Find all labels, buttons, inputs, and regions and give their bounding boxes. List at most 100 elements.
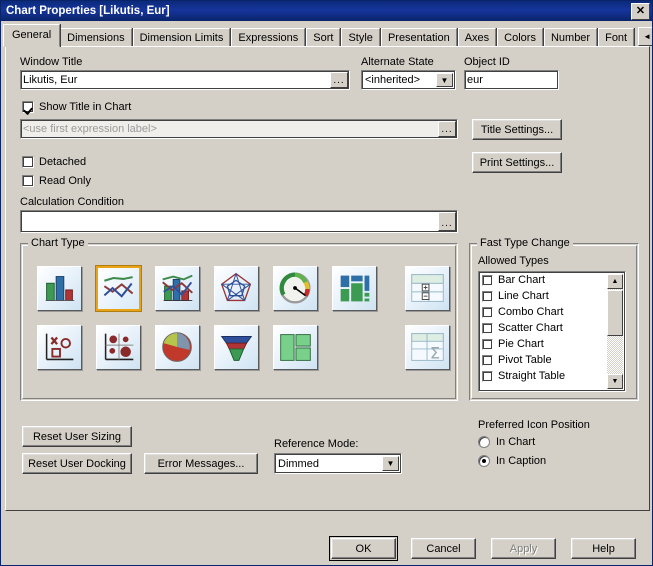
tab-scroll-arrows: ◄ ► xyxy=(638,27,652,46)
list-item[interactable]: Bar Chart xyxy=(479,272,625,288)
icon-position-in-caption-radio[interactable]: In Caption xyxy=(478,455,546,467)
reference-mode-label: Reference Mode: xyxy=(274,438,359,450)
help-button[interactable]: Help xyxy=(571,538,636,559)
tab-sort[interactable]: Sort xyxy=(306,28,341,48)
fast-type-change-group-label: Fast Type Change xyxy=(477,237,573,249)
checkbox-icon-checked xyxy=(22,101,34,113)
list-item[interactable]: Pie Chart xyxy=(479,336,625,352)
show-title-in-chart-checkbox[interactable]: Show Title in Chart xyxy=(22,101,131,113)
title-bar: Chart Properties [Likutis, Eur] ✕ xyxy=(1,1,652,21)
tab-number[interactable]: Number xyxy=(543,28,598,48)
tab-style[interactable]: Style xyxy=(341,28,380,48)
checkbox-icon[interactable] xyxy=(482,274,493,286)
svg-text:Σ: Σ xyxy=(430,343,440,362)
cancel-button[interactable]: Cancel xyxy=(411,538,476,559)
chart-type-radar-chart[interactable] xyxy=(214,266,259,311)
calculation-condition-label: Calculation Condition xyxy=(20,196,124,208)
chart-type-combo-chart[interactable] xyxy=(155,266,200,311)
calculation-condition-browse-button[interactable]: ... xyxy=(438,212,456,231)
chart-type-group: Chart Type Σ xyxy=(20,237,458,401)
alternate-state-select[interactable]: <inherited> ▼ xyxy=(361,70,456,90)
allowed-types-scrollbar[interactable]: ▲ ▼ xyxy=(607,274,623,389)
chart-type-pie-chart[interactable] xyxy=(155,325,200,370)
list-item[interactable]: Line Chart xyxy=(479,288,625,304)
chart-properties-dialog: Chart Properties [Likutis, Eur] ✕ Genera… xyxy=(0,0,653,566)
detached-checkbox[interactable]: Detached xyxy=(22,156,86,168)
read-only-label: Read Only xyxy=(39,175,91,187)
chart-type-line-chart[interactable] xyxy=(96,266,141,311)
tab-general[interactable]: General xyxy=(3,24,61,47)
allowed-types-listbox[interactable]: Bar Chart Line Chart Combo Chart Scatter… xyxy=(478,271,626,392)
chart-type-straight-table[interactable]: Σ xyxy=(405,325,450,370)
reference-mode-select[interactable]: Dimmed ▼ xyxy=(274,453,402,474)
chart-type-group-label: Chart Type xyxy=(28,237,88,249)
window-title-input[interactable]: Likutis, Eur xyxy=(20,70,350,90)
tab-presentation[interactable]: Presentation xyxy=(380,28,457,48)
checkbox-icon[interactable] xyxy=(482,370,493,382)
tab-strip: General Dimensions Dimension Limits Expr… xyxy=(3,24,652,48)
list-item[interactable]: Pivot Table xyxy=(479,352,625,368)
chart-type-pivot-table[interactable] xyxy=(405,266,450,311)
list-item[interactable]: Scatter Chart xyxy=(479,320,625,336)
chart-type-grid-chart[interactable] xyxy=(96,325,141,370)
apply-button: Apply xyxy=(491,538,556,559)
window-title-browse-button[interactable]: ... xyxy=(330,72,348,88)
checkbox-icon xyxy=(22,156,34,168)
tab-scroll-left-icon[interactable]: ◄ xyxy=(638,27,652,46)
chart-title-browse-button[interactable]: ... xyxy=(438,121,456,137)
object-id-input[interactable]: eur xyxy=(464,70,559,90)
checkbox-icon[interactable] xyxy=(482,290,493,302)
preferred-icon-position-label: Preferred Icon Position xyxy=(478,419,590,431)
title-settings-button[interactable]: Title Settings... xyxy=(472,119,562,140)
checkbox-icon xyxy=(22,175,34,187)
radio-icon xyxy=(478,436,490,448)
window-title-field-wrap: Likutis, Eur ... xyxy=(20,70,350,90)
show-title-in-chart-label: Show Title in Chart xyxy=(39,101,132,113)
alternate-state-label: Alternate State xyxy=(361,56,434,68)
tab-font[interactable]: Font xyxy=(598,28,635,48)
chevron-down-icon[interactable]: ▼ xyxy=(436,73,453,87)
radio-icon-selected xyxy=(478,455,490,467)
scroll-up-icon[interactable]: ▲ xyxy=(607,274,623,289)
chart-title-field-wrap: <use first expression label> ... xyxy=(20,119,458,139)
checkbox-icon[interactable] xyxy=(482,354,493,366)
chevron-down-icon[interactable]: ▼ xyxy=(382,456,399,471)
general-tab-panel: Window Title Likutis, Eur ... Alternate … xyxy=(5,46,650,511)
reset-user-docking-button[interactable]: Reset User Docking xyxy=(22,453,132,474)
chart-type-bar-chart[interactable] xyxy=(37,266,82,311)
close-icon[interactable]: ✕ xyxy=(631,2,650,20)
tab-dimension-limits[interactable]: Dimension Limits xyxy=(132,28,231,48)
read-only-checkbox[interactable]: Read Only xyxy=(22,175,91,187)
scrollbar-thumb[interactable] xyxy=(607,290,623,336)
tab-axes[interactable]: Axes xyxy=(457,28,497,48)
tab-expressions[interactable]: Expressions xyxy=(231,28,306,48)
error-messages-button[interactable]: Error Messages... xyxy=(144,453,258,474)
checkbox-icon[interactable] xyxy=(482,338,493,350)
chart-type-mekko-chart[interactable] xyxy=(273,325,318,370)
chart-type-scatter-chart[interactable] xyxy=(37,325,82,370)
fast-type-change-group: Fast Type Change Allowed Types Bar Chart… xyxy=(469,237,639,401)
list-item[interactable]: Straight Table xyxy=(479,368,625,384)
tab-dimensions[interactable]: Dimensions xyxy=(60,28,132,48)
tab-colors[interactable]: Colors xyxy=(497,28,543,48)
scroll-down-icon[interactable]: ▼ xyxy=(607,374,623,389)
window-title: Chart Properties [Likutis, Eur] xyxy=(6,5,170,17)
alternate-state-value: <inherited> xyxy=(365,74,421,86)
ok-button[interactable]: OK xyxy=(329,536,398,561)
checkbox-icon[interactable] xyxy=(482,322,493,334)
detached-label: Detached xyxy=(39,156,87,168)
chart-type-funnel-chart[interactable] xyxy=(214,325,259,370)
print-settings-button[interactable]: Print Settings... xyxy=(472,152,562,173)
calculation-condition-input[interactable] xyxy=(20,210,458,233)
reset-user-sizing-button[interactable]: Reset User Sizing xyxy=(22,426,132,447)
object-id-label: Object ID xyxy=(464,56,510,68)
window-title-label: Window Title xyxy=(20,56,83,68)
chart-type-gauge-chart[interactable] xyxy=(273,266,318,311)
icon-position-in-chart-radio[interactable]: In Chart xyxy=(478,436,535,448)
allowed-types-label: Allowed Types xyxy=(478,255,549,267)
checkbox-icon[interactable] xyxy=(482,306,493,318)
chart-title-input[interactable]: <use first expression label> xyxy=(20,119,458,139)
list-item[interactable]: Combo Chart xyxy=(479,304,625,320)
calculation-condition-wrap: ... xyxy=(20,210,458,233)
chart-type-block-chart[interactable] xyxy=(332,266,377,311)
